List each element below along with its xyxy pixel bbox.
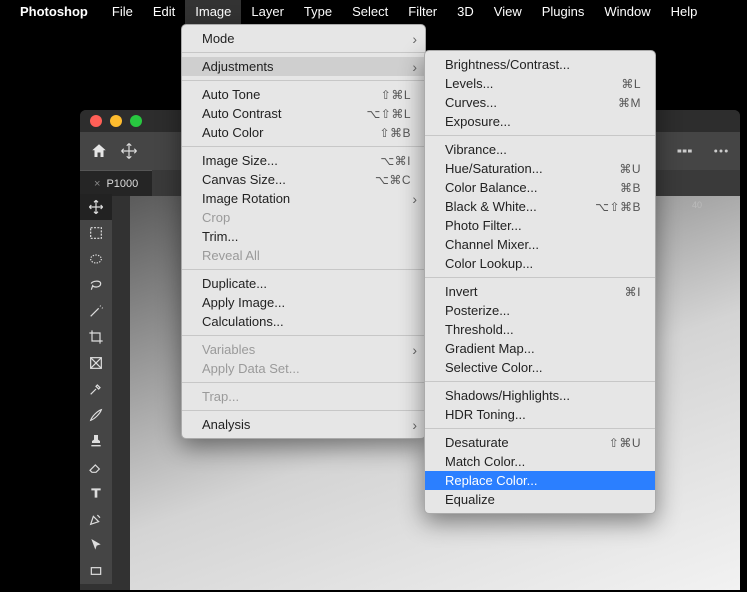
tool-wand[interactable]: [80, 298, 112, 324]
mi-selective-color[interactable]: Selective Color...: [425, 358, 655, 377]
tool-crop[interactable]: [80, 324, 112, 350]
window-zoom-button[interactable]: [130, 115, 142, 127]
mi-color-lookup[interactable]: Color Lookup...: [425, 254, 655, 273]
mi-calculations[interactable]: Calculations...: [182, 312, 425, 331]
mi-channel-mixer[interactable]: Channel Mixer...: [425, 235, 655, 254]
mi-curves[interactable]: Curves...⌘M: [425, 93, 655, 112]
toolbox: [80, 194, 112, 584]
mi-posterize[interactable]: Posterize...: [425, 301, 655, 320]
mi-shadows-highlights[interactable]: Shadows/Highlights...: [425, 386, 655, 405]
mi-mode[interactable]: Mode: [182, 29, 425, 48]
tool-eraser[interactable]: [80, 454, 112, 480]
mi-reveal-all: Reveal All: [182, 246, 425, 265]
mi-trim[interactable]: Trim...: [182, 227, 425, 246]
menu-type[interactable]: Type: [294, 0, 342, 24]
mi-auto-contrast[interactable]: Auto Contrast⌥⇧⌘L: [182, 104, 425, 123]
menu-filter[interactable]: Filter: [398, 0, 447, 24]
menu-3d[interactable]: 3D: [447, 0, 484, 24]
app-name[interactable]: Photoshop: [6, 0, 102, 24]
document-tab[interactable]: × P1000: [80, 170, 152, 196]
menu-window[interactable]: Window: [594, 0, 660, 24]
adjustments-menu: Brightness/Contrast... Levels...⌘L Curve…: [424, 50, 656, 514]
menu-view[interactable]: View: [484, 0, 532, 24]
mi-exposure[interactable]: Exposure...: [425, 112, 655, 131]
menu-file[interactable]: File: [102, 0, 143, 24]
mi-black-white[interactable]: Black & White...⌥⇧⌘B: [425, 197, 655, 216]
mi-hdr-toning[interactable]: HDR Toning...: [425, 405, 655, 424]
mi-analysis[interactable]: Analysis: [182, 415, 425, 434]
mi-trap: Trap...: [182, 387, 425, 406]
mi-apply-data-set: Apply Data Set...: [182, 359, 425, 378]
mi-canvas-size[interactable]: Canvas Size...⌥⌘C: [182, 170, 425, 189]
mi-apply-image[interactable]: Apply Image...: [182, 293, 425, 312]
mi-crop: Crop: [182, 208, 425, 227]
mi-vibrance[interactable]: Vibrance...: [425, 140, 655, 159]
mi-duplicate[interactable]: Duplicate...: [182, 274, 425, 293]
window-minimize-button[interactable]: [110, 115, 122, 127]
mi-brightness-contrast[interactable]: Brightness/Contrast...: [425, 55, 655, 74]
tool-eyedropper[interactable]: [80, 376, 112, 402]
menu-layer[interactable]: Layer: [241, 0, 294, 24]
document-tab-label: P1000: [106, 178, 138, 190]
menu-image[interactable]: Image: [185, 0, 241, 24]
mi-match-color[interactable]: Match Color...: [425, 452, 655, 471]
tool-artboard[interactable]: [80, 220, 112, 246]
tool-pen[interactable]: [80, 506, 112, 532]
mi-replace-color[interactable]: Replace Color...: [425, 471, 655, 490]
mi-gradient-map[interactable]: Gradient Map...: [425, 339, 655, 358]
tool-lasso[interactable]: [80, 272, 112, 298]
mi-equalize[interactable]: Equalize: [425, 490, 655, 509]
tab-close-icon[interactable]: ×: [94, 178, 100, 190]
mi-image-rotation[interactable]: Image Rotation: [182, 189, 425, 208]
mi-auto-tone[interactable]: Auto Tone⇧⌘L: [182, 85, 425, 104]
tool-brush[interactable]: [80, 402, 112, 428]
menu-edit[interactable]: Edit: [143, 0, 185, 24]
tool-move[interactable]: [80, 194, 112, 220]
tool-stamp[interactable]: [80, 428, 112, 454]
overflow-icon[interactable]: [712, 142, 730, 160]
menu-select[interactable]: Select: [342, 0, 398, 24]
home-icon[interactable]: [90, 142, 108, 160]
tool-path-select[interactable]: [80, 532, 112, 558]
mi-color-balance[interactable]: Color Balance...⌘B: [425, 178, 655, 197]
tool-frame[interactable]: [80, 350, 112, 376]
menubar: Photoshop File Edit Image Layer Type Sel…: [0, 0, 747, 24]
menu-help[interactable]: Help: [661, 0, 708, 24]
mi-adjustments[interactable]: Adjustments: [182, 57, 425, 76]
window-close-button[interactable]: [90, 115, 102, 127]
move-tool-icon[interactable]: [120, 142, 138, 160]
mi-auto-color[interactable]: Auto Color⇧⌘B: [182, 123, 425, 142]
mi-photo-filter[interactable]: Photo Filter...: [425, 216, 655, 235]
menu-plugins[interactable]: Plugins: [532, 0, 595, 24]
tool-marquee[interactable]: [80, 246, 112, 272]
image-menu: Mode Adjustments Auto Tone⇧⌘L Auto Contr…: [181, 24, 426, 439]
mi-hue-saturation[interactable]: Hue/Saturation...⌘U: [425, 159, 655, 178]
tool-rectangle[interactable]: [80, 558, 112, 584]
tool-type[interactable]: [80, 480, 112, 506]
mi-levels[interactable]: Levels...⌘L: [425, 74, 655, 93]
mi-image-size[interactable]: Image Size...⌥⌘I: [182, 151, 425, 170]
mi-desaturate[interactable]: Desaturate⇧⌘U: [425, 433, 655, 452]
mi-variables: Variables: [182, 340, 425, 359]
panel-bar-icon[interactable]: [676, 142, 694, 160]
mi-invert[interactable]: Invert⌘I: [425, 282, 655, 301]
mi-threshold[interactable]: Threshold...: [425, 320, 655, 339]
ruler-tick: 40: [692, 200, 702, 210]
